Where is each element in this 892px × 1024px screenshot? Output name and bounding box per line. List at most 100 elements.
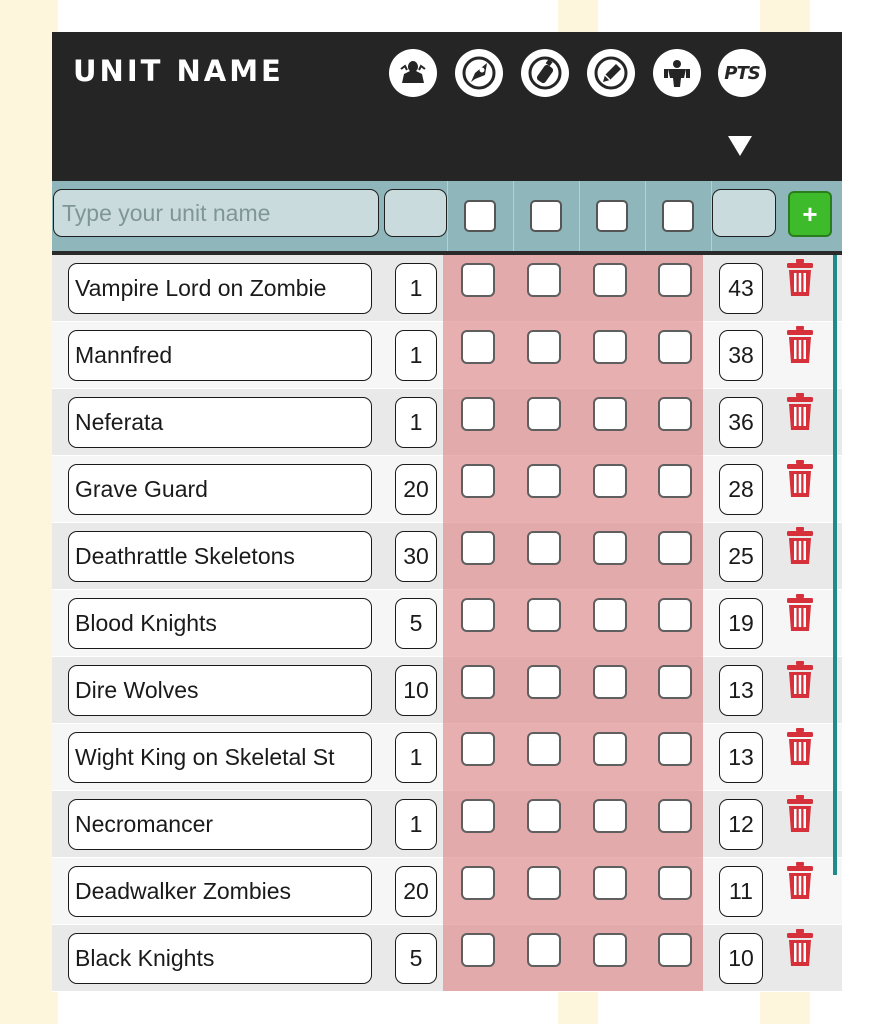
unit-name-field[interactable]: Blood Knights — [68, 598, 372, 649]
unit-checkbox-rocket[interactable] — [461, 933, 495, 967]
unit-checkbox-spray[interactable] — [527, 732, 561, 766]
unit-checkbox-pencil[interactable] — [593, 799, 627, 833]
unit-checkbox-pencil[interactable] — [593, 598, 627, 632]
spray-can-icon[interactable] — [521, 49, 569, 97]
trash-icon[interactable] — [786, 728, 814, 766]
unit-checkbox-armor[interactable] — [658, 866, 692, 900]
add-unit-button[interactable]: + — [788, 191, 832, 237]
unit-checkbox-armor[interactable] — [658, 263, 692, 297]
points-input[interactable] — [712, 189, 776, 237]
unit-checkbox-rocket[interactable] — [461, 732, 495, 766]
unit-checkbox-spray[interactable] — [527, 799, 561, 833]
unit-checkbox-armor[interactable] — [658, 330, 692, 364]
unit-name-field[interactable]: Grave Guard — [68, 464, 372, 515]
unit-quantity-field[interactable]: 10 — [395, 665, 437, 716]
unit-checkbox-armor[interactable] — [658, 598, 692, 632]
unit-quantity-field[interactable]: 1 — [395, 397, 437, 448]
unit-checkbox-spray[interactable] — [527, 330, 561, 364]
new-unit-checkbox-rocket[interactable] — [464, 200, 496, 232]
unit-quantity-field[interactable]: 20 — [395, 866, 437, 917]
trash-icon[interactable] — [786, 460, 814, 498]
unit-name-field[interactable]: Mannfred — [68, 330, 372, 381]
trash-icon[interactable] — [786, 393, 814, 431]
unit-name-field[interactable]: Necromancer — [68, 799, 372, 850]
unit-checkbox-pencil[interactable] — [593, 933, 627, 967]
unit-points-field[interactable]: 43 — [719, 263, 763, 314]
unit-checkbox-rocket[interactable] — [461, 531, 495, 565]
trash-icon[interactable] — [786, 326, 814, 364]
unit-points-field[interactable]: 25 — [719, 531, 763, 582]
unit-quantity-field[interactable]: 5 — [395, 598, 437, 649]
trash-icon[interactable] — [786, 929, 814, 967]
unit-checkbox-rocket[interactable] — [461, 598, 495, 632]
unit-quantity-field[interactable]: 30 — [395, 531, 437, 582]
unit-checkbox-pencil[interactable] — [593, 732, 627, 766]
unit-name-input[interactable] — [53, 189, 379, 237]
trash-icon[interactable] — [786, 862, 814, 900]
unit-points-field[interactable]: 28 — [719, 464, 763, 515]
unit-checkbox-rocket[interactable] — [461, 263, 495, 297]
trash-icon[interactable] — [786, 661, 814, 699]
trash-icon[interactable] — [786, 594, 814, 632]
sort-descending-icon[interactable] — [728, 136, 752, 156]
unit-checkbox-spray[interactable] — [527, 263, 561, 297]
unit-checkbox-spray[interactable] — [527, 665, 561, 699]
unit-points-field[interactable]: 12 — [719, 799, 763, 850]
new-unit-checkbox-armor[interactable] — [662, 200, 694, 232]
quantity-input[interactable] — [384, 189, 447, 237]
unit-points-field[interactable]: 38 — [719, 330, 763, 381]
unit-checkbox-rocket[interactable] — [461, 330, 495, 364]
unit-checkbox-spray[interactable] — [527, 933, 561, 967]
unit-checkbox-armor[interactable] — [658, 531, 692, 565]
unit-quantity-field[interactable]: 20 — [395, 464, 437, 515]
unit-points-field[interactable]: 36 — [719, 397, 763, 448]
unit-name-field[interactable]: Black Knights — [68, 933, 372, 984]
unit-checkbox-pencil[interactable] — [593, 330, 627, 364]
unit-checkbox-armor[interactable] — [658, 799, 692, 833]
quantity-icon[interactable] — [389, 49, 437, 97]
pts-icon[interactable]: PTS — [718, 49, 766, 97]
unit-checkbox-armor[interactable] — [658, 933, 692, 967]
unit-points-field[interactable]: 10 — [719, 933, 763, 984]
unit-checkbox-armor[interactable] — [658, 665, 692, 699]
unit-checkbox-pencil[interactable] — [593, 464, 627, 498]
unit-points-field[interactable]: 19 — [719, 598, 763, 649]
unit-points-field[interactable]: 11 — [719, 866, 763, 917]
unit-checkbox-pencil[interactable] — [593, 397, 627, 431]
unit-checkbox-armor[interactable] — [658, 397, 692, 431]
unit-points-field[interactable]: 13 — [719, 732, 763, 783]
unit-checkbox-rocket[interactable] — [461, 665, 495, 699]
new-unit-checkbox-spray[interactable] — [530, 200, 562, 232]
unit-quantity-field[interactable]: 1 — [395, 263, 437, 314]
unit-checkbox-armor[interactable] — [658, 732, 692, 766]
unit-name-field[interactable]: Dire Wolves — [68, 665, 372, 716]
rocket-icon[interactable] — [455, 49, 503, 97]
pencil-icon[interactable] — [587, 49, 635, 97]
unit-checkbox-armor[interactable] — [658, 464, 692, 498]
unit-name-field[interactable]: Deathrattle Skeletons — [68, 531, 372, 582]
unit-checkbox-pencil[interactable] — [593, 263, 627, 297]
unit-quantity-field[interactable]: 5 — [395, 933, 437, 984]
unit-checkbox-spray[interactable] — [527, 531, 561, 565]
unit-name-field[interactable]: Neferata — [68, 397, 372, 448]
unit-checkbox-rocket[interactable] — [461, 464, 495, 498]
unit-checkbox-rocket[interactable] — [461, 397, 495, 431]
unit-checkbox-rocket[interactable] — [461, 799, 495, 833]
trash-icon[interactable] — [786, 795, 814, 833]
unit-checkbox-spray[interactable] — [527, 397, 561, 431]
scrollbar[interactable] — [833, 255, 837, 875]
unit-checkbox-pencil[interactable] — [593, 531, 627, 565]
trash-icon[interactable] — [786, 527, 814, 565]
unit-checkbox-pencil[interactable] — [593, 665, 627, 699]
unit-checkbox-spray[interactable] — [527, 866, 561, 900]
unit-quantity-field[interactable]: 1 — [395, 330, 437, 381]
unit-quantity-field[interactable]: 1 — [395, 799, 437, 850]
unit-name-field[interactable]: Wight King on Skeletal St — [68, 732, 372, 783]
unit-name-field[interactable]: Deadwalker Zombies — [68, 866, 372, 917]
unit-checkbox-spray[interactable] — [527, 598, 561, 632]
unit-name-field[interactable]: Vampire Lord on Zombie — [68, 263, 372, 314]
unit-checkbox-pencil[interactable] — [593, 866, 627, 900]
unit-checkbox-rocket[interactable] — [461, 866, 495, 900]
new-unit-checkbox-pencil[interactable] — [596, 200, 628, 232]
unit-checkbox-spray[interactable] — [527, 464, 561, 498]
